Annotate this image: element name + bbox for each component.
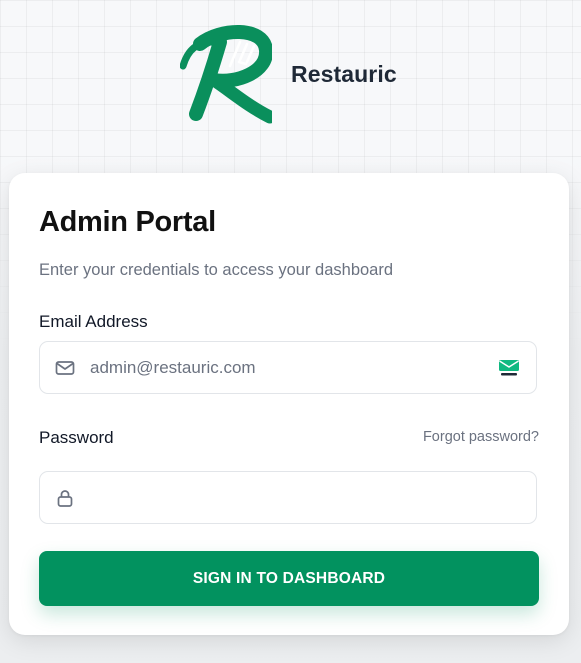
password-label: Password [39,428,114,447]
sign-in-button[interactable]: SIGN IN TO DASHBOARD [39,551,539,606]
email-label: Email Address [39,312,148,331]
page-title: Admin Portal [39,206,216,238]
forgot-password-link[interactable]: Forgot password? [423,429,539,445]
lock-icon [57,490,73,507]
password-field[interactable] [39,471,537,524]
page-subtitle: Enter your credentials to access your da… [39,261,394,279]
email-input[interactable] [90,342,490,393]
brand-name: Restauric [291,60,397,87]
email-field[interactable] [39,341,537,394]
mail-icon [55,361,75,375]
login-card: Admin Portal Enter your credentials to a… [9,173,569,635]
brand-header: Restauric [180,22,397,124]
password-input[interactable] [90,472,490,523]
tempmail-icon[interactable] [498,359,520,377]
restauric-logo-icon [180,25,272,124]
